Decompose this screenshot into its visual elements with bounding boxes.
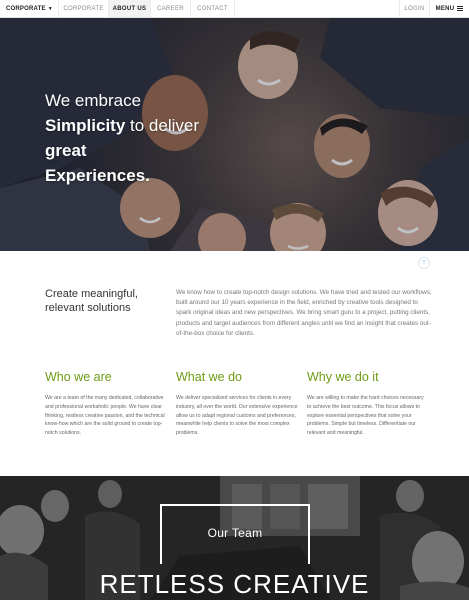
menu-button[interactable]: MENU bbox=[429, 0, 469, 17]
column-why-we-do-it: Why we do it We are willing to make the … bbox=[307, 369, 429, 438]
login-link[interactable]: LOGIN bbox=[399, 0, 429, 17]
menu-label: MENU bbox=[435, 5, 455, 12]
hamburger-icon bbox=[457, 5, 464, 12]
brand-dropdown[interactable]: CORPORATE ▼ bbox=[0, 0, 58, 17]
nav-link-career[interactable]: CAREER bbox=[150, 0, 190, 17]
column-text: We deliver specialised services for clie… bbox=[176, 395, 298, 437]
brand-label: CORPORATE bbox=[6, 5, 46, 12]
column-title: What we do bbox=[176, 370, 243, 384]
team-headline: RETLESS CREATIVE bbox=[99, 569, 370, 599]
column-title: Who we are bbox=[45, 370, 112, 384]
hero-line-4: Experiences. bbox=[45, 163, 199, 188]
nav-spacer bbox=[234, 0, 399, 17]
column-who-we-are: Who we are We are a team of the many ded… bbox=[45, 369, 167, 438]
arrow-up-icon[interactable]: ↑ bbox=[418, 257, 430, 269]
hero-line-3: great bbox=[45, 138, 199, 163]
hero-line-4-text: Experiences. bbox=[45, 166, 150, 185]
intro-title: Create meaningful, relevant solutions bbox=[45, 288, 138, 314]
hero-line-2: Simplicity to deliver bbox=[45, 113, 199, 138]
chevron-down-icon: ▼ bbox=[47, 5, 53, 12]
hero-banner: We embrace Simplicity to deliver great E… bbox=[0, 18, 469, 251]
hero-emphasis: Simplicity bbox=[45, 116, 126, 135]
hero-headline: We embrace Simplicity to deliver great E… bbox=[45, 88, 199, 188]
nav-link-contact[interactable]: CONTACT bbox=[190, 0, 234, 17]
intro-text: We know how to create top-notch design s… bbox=[176, 289, 432, 337]
hero-line-2-rest: to deliver bbox=[125, 116, 200, 135]
team-section: Our Team RETLESS CREATIVE bbox=[0, 476, 469, 600]
top-navbar: CORPORATE ▼ CORPORATE ABOUT US CAREER CO… bbox=[0, 0, 469, 18]
nav-link-about-us[interactable]: ABOUT US bbox=[108, 0, 150, 17]
column-text: We are willing to make the hard choices … bbox=[307, 395, 424, 437]
nav-link-corporate[interactable]: CORPORATE bbox=[58, 0, 108, 17]
hero-line-3-text: great bbox=[45, 141, 87, 160]
column-text: We are a team of the many dedicated, col… bbox=[45, 395, 165, 437]
column-what-we-do: What we do We deliver specialised servic… bbox=[176, 369, 298, 438]
hero-line-1: We embrace bbox=[45, 91, 142, 110]
column-title: Why we do it bbox=[307, 370, 379, 384]
team-label: Our Team bbox=[207, 526, 263, 540]
